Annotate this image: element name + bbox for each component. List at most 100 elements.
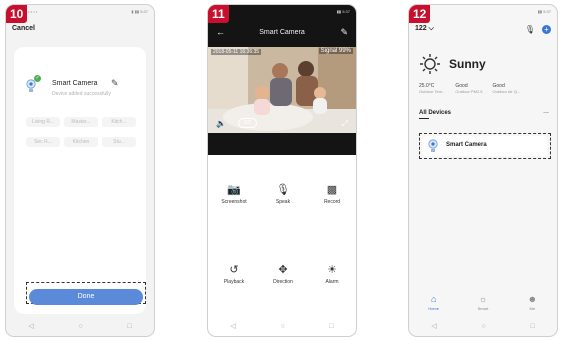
function-label: Speak xyxy=(275,199,291,205)
stat-label: Outdoor Tem... xyxy=(419,89,446,94)
home-header: 122 ⌵ 🎙 + xyxy=(415,25,551,37)
nav-back-icon[interactable]: ◁ xyxy=(431,322,436,330)
resolution-toggle[interactable]: SD xyxy=(238,118,257,128)
alarm-icon: ☀ xyxy=(327,264,337,276)
weather-stat: 25.0°C Outdoor Tem... xyxy=(419,83,445,94)
playback-icon: ↺ xyxy=(229,264,239,276)
family-video-image xyxy=(208,47,356,133)
status-bar: ▮▮ 5:37 xyxy=(208,9,356,17)
step-badge: 11 xyxy=(208,5,229,23)
alarm-button[interactable]: ☀ Alarm xyxy=(310,263,354,285)
stat-label: Outdoor Air Q... xyxy=(492,89,521,94)
weather-stat: Good Outdoor Air Q... xyxy=(493,83,521,94)
device-name: Smart Camera xyxy=(52,80,98,87)
nav-tab-home[interactable]: ⌂ Home xyxy=(416,294,452,318)
nav-recent-icon[interactable]: □ xyxy=(127,323,131,330)
function-label: Playback xyxy=(223,279,245,285)
smart-icon: ☼ xyxy=(478,294,488,304)
room-option[interactable]: Stu... xyxy=(102,137,136,147)
phone-screen-device-added: 10 •·• • • ▮ ▮▮ 5:37 Cancel ✓ Smart Came… xyxy=(5,4,155,337)
microphone-icon: 🎙 xyxy=(276,184,290,196)
cancel-button[interactable]: Cancel xyxy=(12,25,35,32)
step-badge: 10 xyxy=(6,5,28,23)
video-controls: 🔈 SD ⤢ xyxy=(208,118,356,149)
phone-screen-home: 12 ▮▮ 5:37 122 ⌵ 🎙 + Sunny 25.0°C Outdoo… xyxy=(408,4,558,337)
playback-button[interactable]: ↺ Playback xyxy=(212,263,256,285)
live-video-feed[interactable]: 2018-05-11 16:36:35 Signal 99% xyxy=(208,47,356,133)
nav-tab-me[interactable]: ☻ Me xyxy=(514,294,550,318)
direction-button[interactable]: ✥ Direction xyxy=(261,263,305,285)
step-badge: 12 xyxy=(409,5,431,23)
status-right: ▮▮ 5:37 xyxy=(537,9,551,14)
status-bar: •·• • • ▮ ▮▮ 5:37 xyxy=(6,9,154,17)
room-option[interactable]: Living R... xyxy=(26,117,60,127)
edit-icon[interactable]: ✎ xyxy=(111,78,119,89)
status-bar: ▮▮ 5:37 xyxy=(409,9,557,17)
profile-icon: ☻ xyxy=(527,294,538,304)
screenshot-button[interactable]: 📷 Screenshot xyxy=(212,183,256,205)
camera-device-icon xyxy=(428,139,438,158)
edit-icon[interactable]: ✎ xyxy=(340,27,348,38)
add-device-icon[interactable]: + xyxy=(542,25,551,34)
microphone-icon[interactable]: 🎙 xyxy=(525,25,535,34)
device-row: ✓ Smart Camera ✎ Device added successful… xyxy=(26,75,136,103)
device-highlight: Smart Camera xyxy=(419,133,551,159)
device-added-card: ✓ Smart Camera ✎ Device added successful… xyxy=(14,47,146,314)
device-name: Smart Camera xyxy=(446,142,487,148)
video-icon: ▩ xyxy=(326,184,338,196)
phone-screen-camera-live: 11 ▮▮ 5:37 ← Smart Camera ✎ 2018-05-11 1… xyxy=(207,4,357,337)
system-nav-bar: ◁ ○ □ xyxy=(6,321,154,331)
bottom-navigation: ⌂ Home ☼ Smart ☻ Me xyxy=(409,294,557,318)
nav-tab-smart[interactable]: ☼ Smart xyxy=(465,294,501,318)
nav-recent-icon[interactable]: □ xyxy=(329,323,333,330)
function-label: Alarm xyxy=(325,279,339,285)
video-timestamp: 2018-05-11 16:36:35 xyxy=(211,49,262,55)
room-option[interactable]: Kitch... xyxy=(102,117,136,127)
success-check-icon: ✓ xyxy=(34,75,41,82)
status-right: ▮ ▮▮ 5:37 xyxy=(131,9,148,14)
done-highlight: Done xyxy=(26,282,146,305)
room-option[interactable]: Sec R... xyxy=(26,137,60,147)
camera-icon: 📷 xyxy=(227,184,241,196)
status-left: •·• • • xyxy=(28,9,38,14)
function-label: Record xyxy=(323,199,341,205)
nav-home-icon[interactable]: ○ xyxy=(280,323,284,330)
nav-label: Smart xyxy=(477,306,489,311)
record-button[interactable]: ▩ Record xyxy=(310,183,354,205)
home-selector[interactable]: 122 ⌵ xyxy=(415,25,434,33)
direction-icon: ✥ xyxy=(278,264,288,276)
nav-label: Home xyxy=(428,306,439,311)
function-label: Direction xyxy=(273,279,293,285)
nav-recent-icon[interactable]: □ xyxy=(530,323,534,330)
home-icon: ⌂ xyxy=(430,294,437,304)
room-selector: Living R... Master... Kitch... Sec R... … xyxy=(26,117,136,147)
system-nav-bar: ◁ ○ □ xyxy=(208,321,356,331)
speaker-mute-icon[interactable]: 🔈 xyxy=(216,119,226,128)
fullscreen-icon[interactable]: ⤢ xyxy=(342,119,348,129)
device-card-smart-camera[interactable]: Smart Camera xyxy=(422,136,548,156)
stat-label: Outdoor PM2.5 xyxy=(455,89,483,94)
more-menu-icon[interactable]: ... xyxy=(543,108,549,115)
nav-home-icon[interactable]: ○ xyxy=(481,323,485,330)
weather-stats: 25.0°C Outdoor Tem... Good Outdoor PM2.5… xyxy=(419,83,551,94)
room-option[interactable]: Master... xyxy=(64,117,98,127)
nav-home-icon[interactable]: ○ xyxy=(78,323,82,330)
system-nav-bar: ◁ ○ □ xyxy=(409,321,557,331)
sun-icon xyxy=(419,53,441,80)
nav-back-icon[interactable]: ◁ xyxy=(28,322,33,330)
speak-button[interactable]: 🎙 Speak xyxy=(261,183,305,205)
function-label: Screenshot xyxy=(221,199,247,205)
camera-header: ← Smart Camera ✎ xyxy=(208,27,356,41)
nav-back-icon[interactable]: ◁ xyxy=(230,322,235,330)
room-option[interactable]: Kitchen xyxy=(64,137,98,147)
status-right: ▮▮ 5:37 xyxy=(336,9,350,14)
signal-indicator: Signal 99% xyxy=(318,48,353,54)
device-tabs: All Devices ... xyxy=(419,108,551,122)
device-subtitle: Device added successfully xyxy=(52,91,111,97)
done-button[interactable]: Done xyxy=(29,288,143,305)
weather-condition: Sunny xyxy=(449,57,486,71)
camera-title: Smart Camera xyxy=(259,29,305,36)
weather-stat: Good Outdoor PM2.5 xyxy=(455,83,482,94)
nav-label: Me xyxy=(529,306,536,311)
tab-all-devices[interactable]: All Devices xyxy=(419,110,451,119)
